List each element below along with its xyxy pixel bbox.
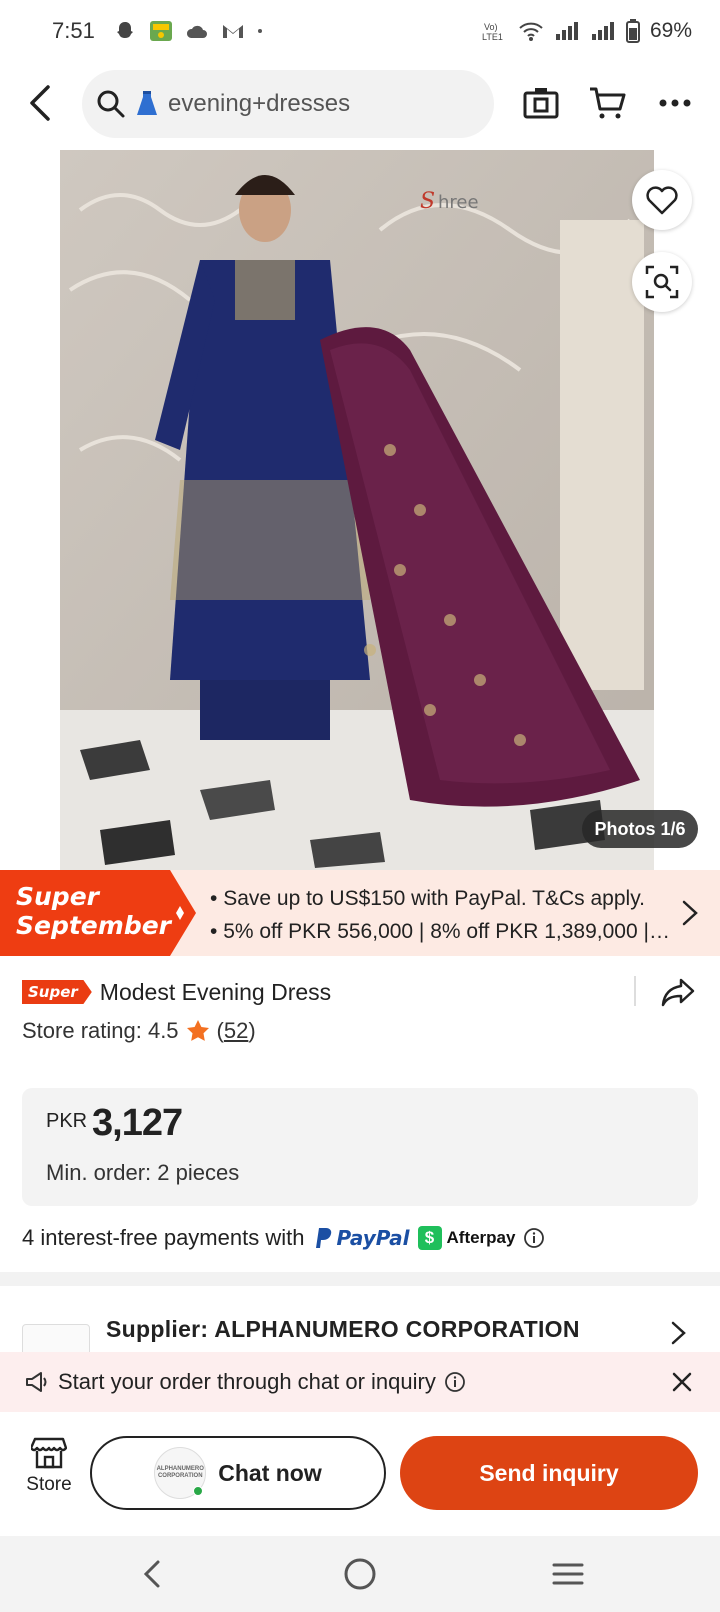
min-order: Min. order: 2 pieces [46,1160,240,1185]
nav-home-button[interactable] [338,1552,382,1596]
more-dots-icon [659,99,691,107]
chat-hint-banner: Start your order through chat or inquiry [0,1352,720,1412]
price-value: 3,127 [92,1102,183,1144]
chevron-right-icon [682,900,698,926]
back-arrow-icon [30,85,50,121]
store-label: Store [26,1474,72,1495]
store-rating: Store rating: 4.5 (52) [22,1018,256,1043]
section-divider [0,1272,720,1286]
paypal-logo: PayPal [312,1226,410,1250]
search-icon [97,90,125,118]
afterpay-logo: $ Afterpay [417,1226,515,1250]
star-icon [186,1020,209,1041]
svg-text:S: S [420,189,435,214]
signal-icon [591,22,614,40]
svg-text:LTE1: LTE1 [482,32,503,42]
visual-search-button[interactable] [632,252,692,312]
image-search-button[interactable] [520,82,562,124]
top-bar: evening+dresses [0,68,720,138]
send-inquiry-label: Send inquiry [479,1459,619,1486]
heart-icon [646,186,678,215]
back-button[interactable] [18,80,62,126]
product-photo-icon: S hree [60,150,654,870]
price-card: PKR 3,127 Min. order: 2 pieces [22,1088,698,1206]
close-icon[interactable] [668,1368,696,1396]
chat-now-button[interactable]: ALPHANUMERO CORPORATION Chat now [90,1436,386,1510]
product-image[interactable]: S hree [60,150,654,870]
nav-back-icon [143,1560,160,1588]
nav-back-button[interactable] [130,1552,174,1596]
store-icon [31,1437,67,1469]
chevron-right-icon [671,1321,686,1345]
dot-icon [257,29,262,33]
product-title-row: Super Modest Evening Dress [22,972,702,1012]
divider [634,976,636,1006]
info-icon[interactable] [523,1227,545,1249]
super-tag: Super [22,980,92,1004]
scan-search-icon [645,265,679,299]
nav-menu-icon [552,1563,584,1585]
photos-counter[interactable]: Photos 1/6 [582,810,698,848]
status-bar: 7:51 Vo) LTE1 69% [0,0,720,62]
signal-icon [555,22,578,40]
chat-now-label: Chat now [218,1459,322,1486]
info-icon[interactable] [444,1371,466,1393]
share-icon [661,978,695,1007]
promo-badge-line1: Super [16,882,99,911]
product-title: Modest Evening Dress [99,978,332,1005]
payment-options[interactable]: 4 interest-free payments with PayPal $ A… [22,1220,545,1256]
supplier-avatar: ALPHANUMERO CORPORATION [154,1447,207,1499]
promo-line-1: • Save up to US$150 with PayPal. T&Cs ap… [210,887,645,910]
svg-text:hree: hree [438,192,479,213]
battery-icon [625,19,640,43]
bottom-action-bar: Store ALPHANUMERO CORPORATION Chat now S… [0,1412,720,1536]
dress-emoji-icon [137,91,157,115]
store-button[interactable]: Store [14,1436,84,1508]
favorite-button[interactable] [632,170,692,230]
promo-badge-line2: September [16,911,171,940]
svg-text:Vo): Vo) [484,22,498,32]
megaphone-icon [26,1372,47,1392]
system-nav-bar [0,1536,720,1612]
cart-icon [590,87,626,119]
paypal-icon [316,1228,332,1248]
gmail-icon [222,25,243,38]
send-inquiry-button[interactable]: Send inquiry [400,1436,698,1510]
promo-banner[interactable]: Super September • Save up to US$150 with… [0,870,720,956]
afterpay-icon: $ [417,1226,442,1250]
nav-recents-button[interactable] [546,1552,590,1596]
snapchat-icon [116,22,133,38]
wifi-icon [519,22,543,41]
share-button[interactable] [658,972,698,1012]
cart-button[interactable] [586,82,628,124]
supplier-label: Supplier: [106,1316,209,1342]
volte-icon: Vo)LTE1 [482,22,503,42]
search-bar[interactable]: evening+dresses [82,70,494,138]
rating-label: Store rating: 4.5 [22,1018,179,1043]
supplier-name: ALPHANUMERO CORPORATION [214,1316,580,1342]
price-currency: PKR [46,1110,88,1132]
payment-text: 4 interest-free payments with [22,1225,305,1250]
cloud-icon [186,25,207,38]
status-time: 7:51 [52,18,95,43]
camera-icon [523,88,559,119]
chat-hint-text: Start your order through chat or inquiry [58,1369,436,1394]
more-menu-button[interactable] [654,82,696,124]
rating-count-link[interactable]: 52 [224,1018,248,1043]
nav-home-icon [344,1558,376,1590]
search-query: evening+dresses [168,90,351,117]
battery-percent: 69% [649,19,692,42]
promo-line-2: • 5% off PKR 556,000 | 8% off PKR 1,389,… [210,920,670,943]
supplier-row[interactable]: Supplier: ALPHANUMERO CORPORATION [22,1312,702,1368]
app-notification-icon [149,21,172,41]
online-status-dot [193,1486,204,1496]
